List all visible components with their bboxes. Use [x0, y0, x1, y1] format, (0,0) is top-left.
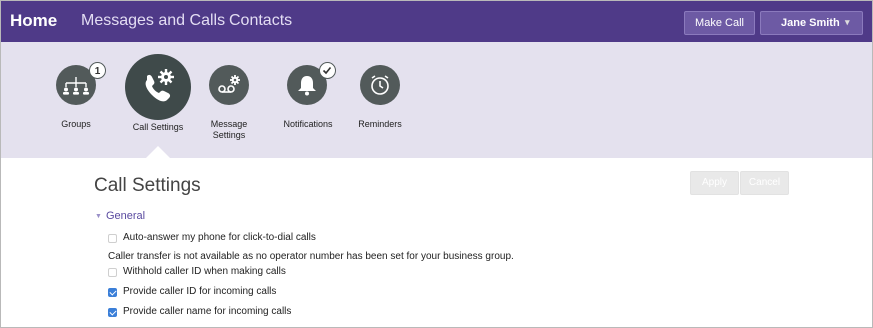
cancel-button[interactable]: Cancel [740, 171, 789, 195]
chevron-down-icon: ▾ [845, 17, 850, 27]
apply-button[interactable]: Apply [690, 171, 739, 195]
alarm-clock-icon [371, 75, 389, 95]
call-settings-tile[interactable]: Call Settings [125, 54, 191, 134]
call-settings-label: Call Settings [132, 122, 184, 132]
phone-gear-icon [145, 69, 174, 102]
checkbox-withhold-caller-id[interactable] [108, 268, 117, 277]
page-title: Call Settings [94, 175, 201, 196]
section-title: General [105, 210, 146, 222]
option-label: Auto-answer my phone for click-to-dial c… [123, 232, 316, 243]
checkbox-provide-caller-id[interactable] [108, 288, 117, 297]
option-label: Withhold caller ID when making calls [123, 266, 286, 277]
option-label: Provide caller name for incoming calls [123, 306, 292, 317]
message-settings-label-line2: Settings [212, 130, 246, 140]
top-nav-bar: Home Messages and Calls Contacts Make Ca… [1, 1, 872, 42]
notifications-badge [319, 62, 336, 79]
user-name: Jane Smith [781, 17, 840, 29]
message-settings-circle [209, 65, 249, 105]
make-call-button[interactable]: Make Call [684, 11, 755, 35]
notifications-tile[interactable]: Notifications [283, 62, 343, 135]
call-settings-circle [125, 54, 191, 120]
reminders-tile[interactable]: Reminders [357, 65, 417, 135]
checkbox-auto-answer[interactable] [108, 234, 117, 243]
general-section-toggle[interactable]: ▼ General [95, 210, 145, 222]
app-window: Home Messages and Calls Contacts Make Ca… [0, 0, 873, 328]
triangle-down-icon: ▼ [95, 213, 102, 220]
groups-label: Groups [61, 119, 91, 129]
nav-contacts[interactable]: Contacts [229, 12, 292, 30]
message-settings-tile[interactable]: Message Settings [209, 65, 255, 145]
nav-home[interactable]: Home [10, 11, 57, 31]
reminders-circle [360, 65, 400, 105]
voicemail-gear-icon [218, 75, 240, 93]
message-settings-label-line1: Message [210, 119, 248, 129]
groups-tile[interactable]: 1 Groups [53, 62, 113, 135]
checkbox-provide-caller-name[interactable] [108, 308, 117, 317]
groups-badge: 1 [89, 62, 106, 79]
active-tab-pointer [146, 146, 170, 158]
transfer-note: Caller transfer is not available as no o… [108, 251, 514, 262]
notifications-label: Notifications [283, 119, 333, 129]
nav-messages-and-calls[interactable]: Messages and Calls [81, 12, 225, 30]
check-icon [322, 66, 332, 75]
user-menu-button[interactable]: Jane Smith ▾ [760, 11, 863, 35]
reminders-label: Reminders [358, 119, 402, 129]
option-label: Provide caller ID for incoming calls [123, 286, 277, 297]
